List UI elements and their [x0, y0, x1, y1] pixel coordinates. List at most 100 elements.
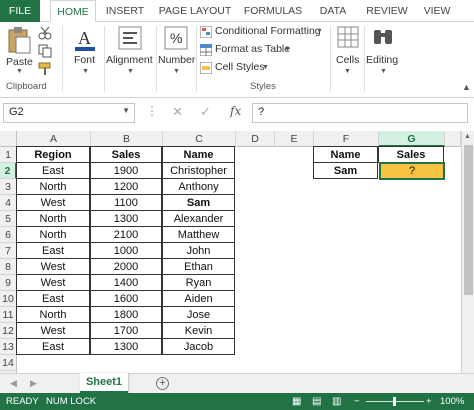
lookup-name-header[interactable]: Name	[313, 146, 378, 163]
tab-home[interactable]: HOME	[50, 0, 96, 22]
tab-view[interactable]: VIEW	[420, 0, 454, 22]
row-header-3[interactable]: 3	[0, 179, 17, 195]
copy-icon[interactable]	[38, 44, 52, 58]
add-sheet-icon[interactable]: +	[156, 377, 169, 390]
table-cell[interactable]: West	[16, 194, 90, 211]
normal-view-icon[interactable]: ▦	[292, 393, 301, 410]
sheet-tab-sheet1[interactable]: Sheet1	[80, 373, 128, 393]
cells-button[interactable]: Cells ▼	[334, 24, 362, 76]
table-cell[interactable]: 1300	[90, 210, 162, 227]
table-cell[interactable]: 1200	[90, 178, 162, 195]
table-cell[interactable]: Kevin	[162, 322, 235, 339]
zoom-in-icon[interactable]: +	[426, 393, 432, 410]
select-all-corner[interactable]	[0, 131, 17, 147]
zoom-level[interactable]: 100%	[440, 393, 464, 410]
table-header-cell[interactable]: Region	[16, 146, 90, 163]
chevron-down-icon[interactable]: ▼	[122, 106, 130, 115]
cut-icon[interactable]	[38, 26, 52, 40]
table-cell[interactable]: East	[16, 162, 90, 179]
table-cell[interactable]: Jacob	[162, 338, 235, 355]
table-cell[interactable]: North	[16, 178, 90, 195]
table-cell[interactable]: Jose	[162, 306, 235, 323]
editing-button[interactable]: Editing ▼	[366, 24, 400, 76]
font-button[interactable]: A Font ▼	[68, 24, 102, 76]
table-cell[interactable]: Anthony	[162, 178, 235, 195]
row-header-11[interactable]: 11	[0, 307, 17, 323]
page-break-view-icon[interactable]: ▥	[332, 393, 341, 410]
column-header-c[interactable]: C	[163, 131, 236, 147]
format-painter-icon[interactable]	[38, 62, 52, 76]
row-header-9[interactable]: 9	[0, 275, 17, 291]
row-header-6[interactable]: 6	[0, 227, 17, 243]
table-cell[interactable]: North	[16, 226, 90, 243]
paste-button[interactable]: Paste ▼	[4, 24, 34, 76]
column-header-b[interactable]: B	[91, 131, 163, 147]
lookup-sales-result-cell[interactable]: ?	[379, 162, 445, 180]
table-cell[interactable]: 1400	[90, 274, 162, 291]
table-cell[interactable]: 1600	[90, 290, 162, 307]
tab-formulas[interactable]: FORMULAS	[242, 0, 304, 22]
table-header-cell[interactable]: Name	[162, 146, 235, 163]
vertical-scrollbar[interactable]: ▲	[461, 131, 474, 373]
number-button[interactable]: % Number ▼	[158, 24, 195, 76]
table-cell[interactable]: 1000	[90, 242, 162, 259]
table-cell[interactable]: North	[16, 306, 90, 323]
insert-function-icon[interactable]: fx	[230, 104, 241, 118]
table-cell[interactable]: 1100	[90, 194, 162, 211]
row-header-10[interactable]: 10	[0, 291, 17, 307]
tab-file[interactable]: FILE	[0, 0, 40, 22]
column-header-d[interactable]: D	[236, 131, 275, 147]
lookup-sales-header[interactable]: Sales	[378, 146, 444, 163]
column-header-a[interactable]: A	[17, 131, 91, 147]
table-cell[interactable]: East	[16, 290, 90, 307]
row-header-5[interactable]: 5	[0, 211, 17, 227]
table-cell[interactable]: Ryan	[162, 274, 235, 291]
table-cell[interactable]: West	[16, 322, 90, 339]
row-header-8[interactable]: 8	[0, 259, 17, 275]
table-cell[interactable]: 2000	[90, 258, 162, 275]
cancel-icon[interactable]: ✕	[172, 104, 183, 120]
table-cell[interactable]: 1300	[90, 338, 162, 355]
table-cell[interactable]: John	[162, 242, 235, 259]
lookup-name-value[interactable]: Sam	[313, 162, 378, 179]
collapse-ribbon-icon[interactable]: ▲	[462, 82, 471, 92]
tab-data[interactable]: DATA	[312, 0, 354, 22]
zoom-out-icon[interactable]: −	[354, 393, 360, 410]
table-cell[interactable]: 1900	[90, 162, 162, 179]
table-cell[interactable]: East	[16, 242, 90, 259]
scroll-thumb[interactable]	[464, 145, 473, 295]
conditional-formatting-button[interactable]: Conditional Formatting ▼	[200, 24, 326, 40]
tab-page-layout[interactable]: PAGE LAYOUT	[156, 0, 234, 22]
enter-icon[interactable]: ✓	[200, 104, 211, 120]
column-header-f[interactable]: F	[314, 131, 379, 147]
table-cell[interactable]: Alexander	[162, 210, 235, 227]
row-header-13[interactable]: 13	[0, 339, 17, 355]
sheet-prev-icon[interactable]: ◀	[10, 378, 17, 389]
column-header-g[interactable]: G	[379, 131, 445, 147]
column-header-e[interactable]: E	[275, 131, 314, 147]
format-as-table-button[interactable]: Format as Table ▼	[200, 42, 292, 58]
table-cell[interactable]: West	[16, 258, 90, 275]
row-header-14[interactable]: 14	[0, 355, 17, 371]
table-cell[interactable]: West	[16, 274, 90, 291]
name-box[interactable]: G2 ▼	[3, 103, 135, 123]
cell-styles-button[interactable]: Cell Styles ▼	[200, 60, 270, 76]
formula-input[interactable]: ?	[252, 103, 468, 123]
sheet-next-icon[interactable]: ▶	[30, 378, 37, 389]
table-cell[interactable]: Sam	[162, 194, 235, 211]
table-cell[interactable]: North	[16, 210, 90, 227]
table-cell[interactable]: 1800	[90, 306, 162, 323]
tab-review[interactable]: REVIEW	[362, 0, 412, 22]
column-header-h[interactable]	[445, 131, 461, 147]
row-header-7[interactable]: 7	[0, 243, 17, 259]
table-cell[interactable]: Aiden	[162, 290, 235, 307]
table-cell[interactable]: East	[16, 338, 90, 355]
table-cell[interactable]: 1700	[90, 322, 162, 339]
zoom-slider-thumb[interactable]	[393, 397, 396, 406]
table-cell[interactable]: Christopher	[162, 162, 235, 179]
page-layout-view-icon[interactable]: ▤	[312, 393, 321, 410]
alignment-button[interactable]: Alignment ▼	[106, 24, 154, 76]
table-cell[interactable]: 2100	[90, 226, 162, 243]
table-cell[interactable]: Ethan	[162, 258, 235, 275]
row-header-12[interactable]: 12	[0, 323, 17, 339]
